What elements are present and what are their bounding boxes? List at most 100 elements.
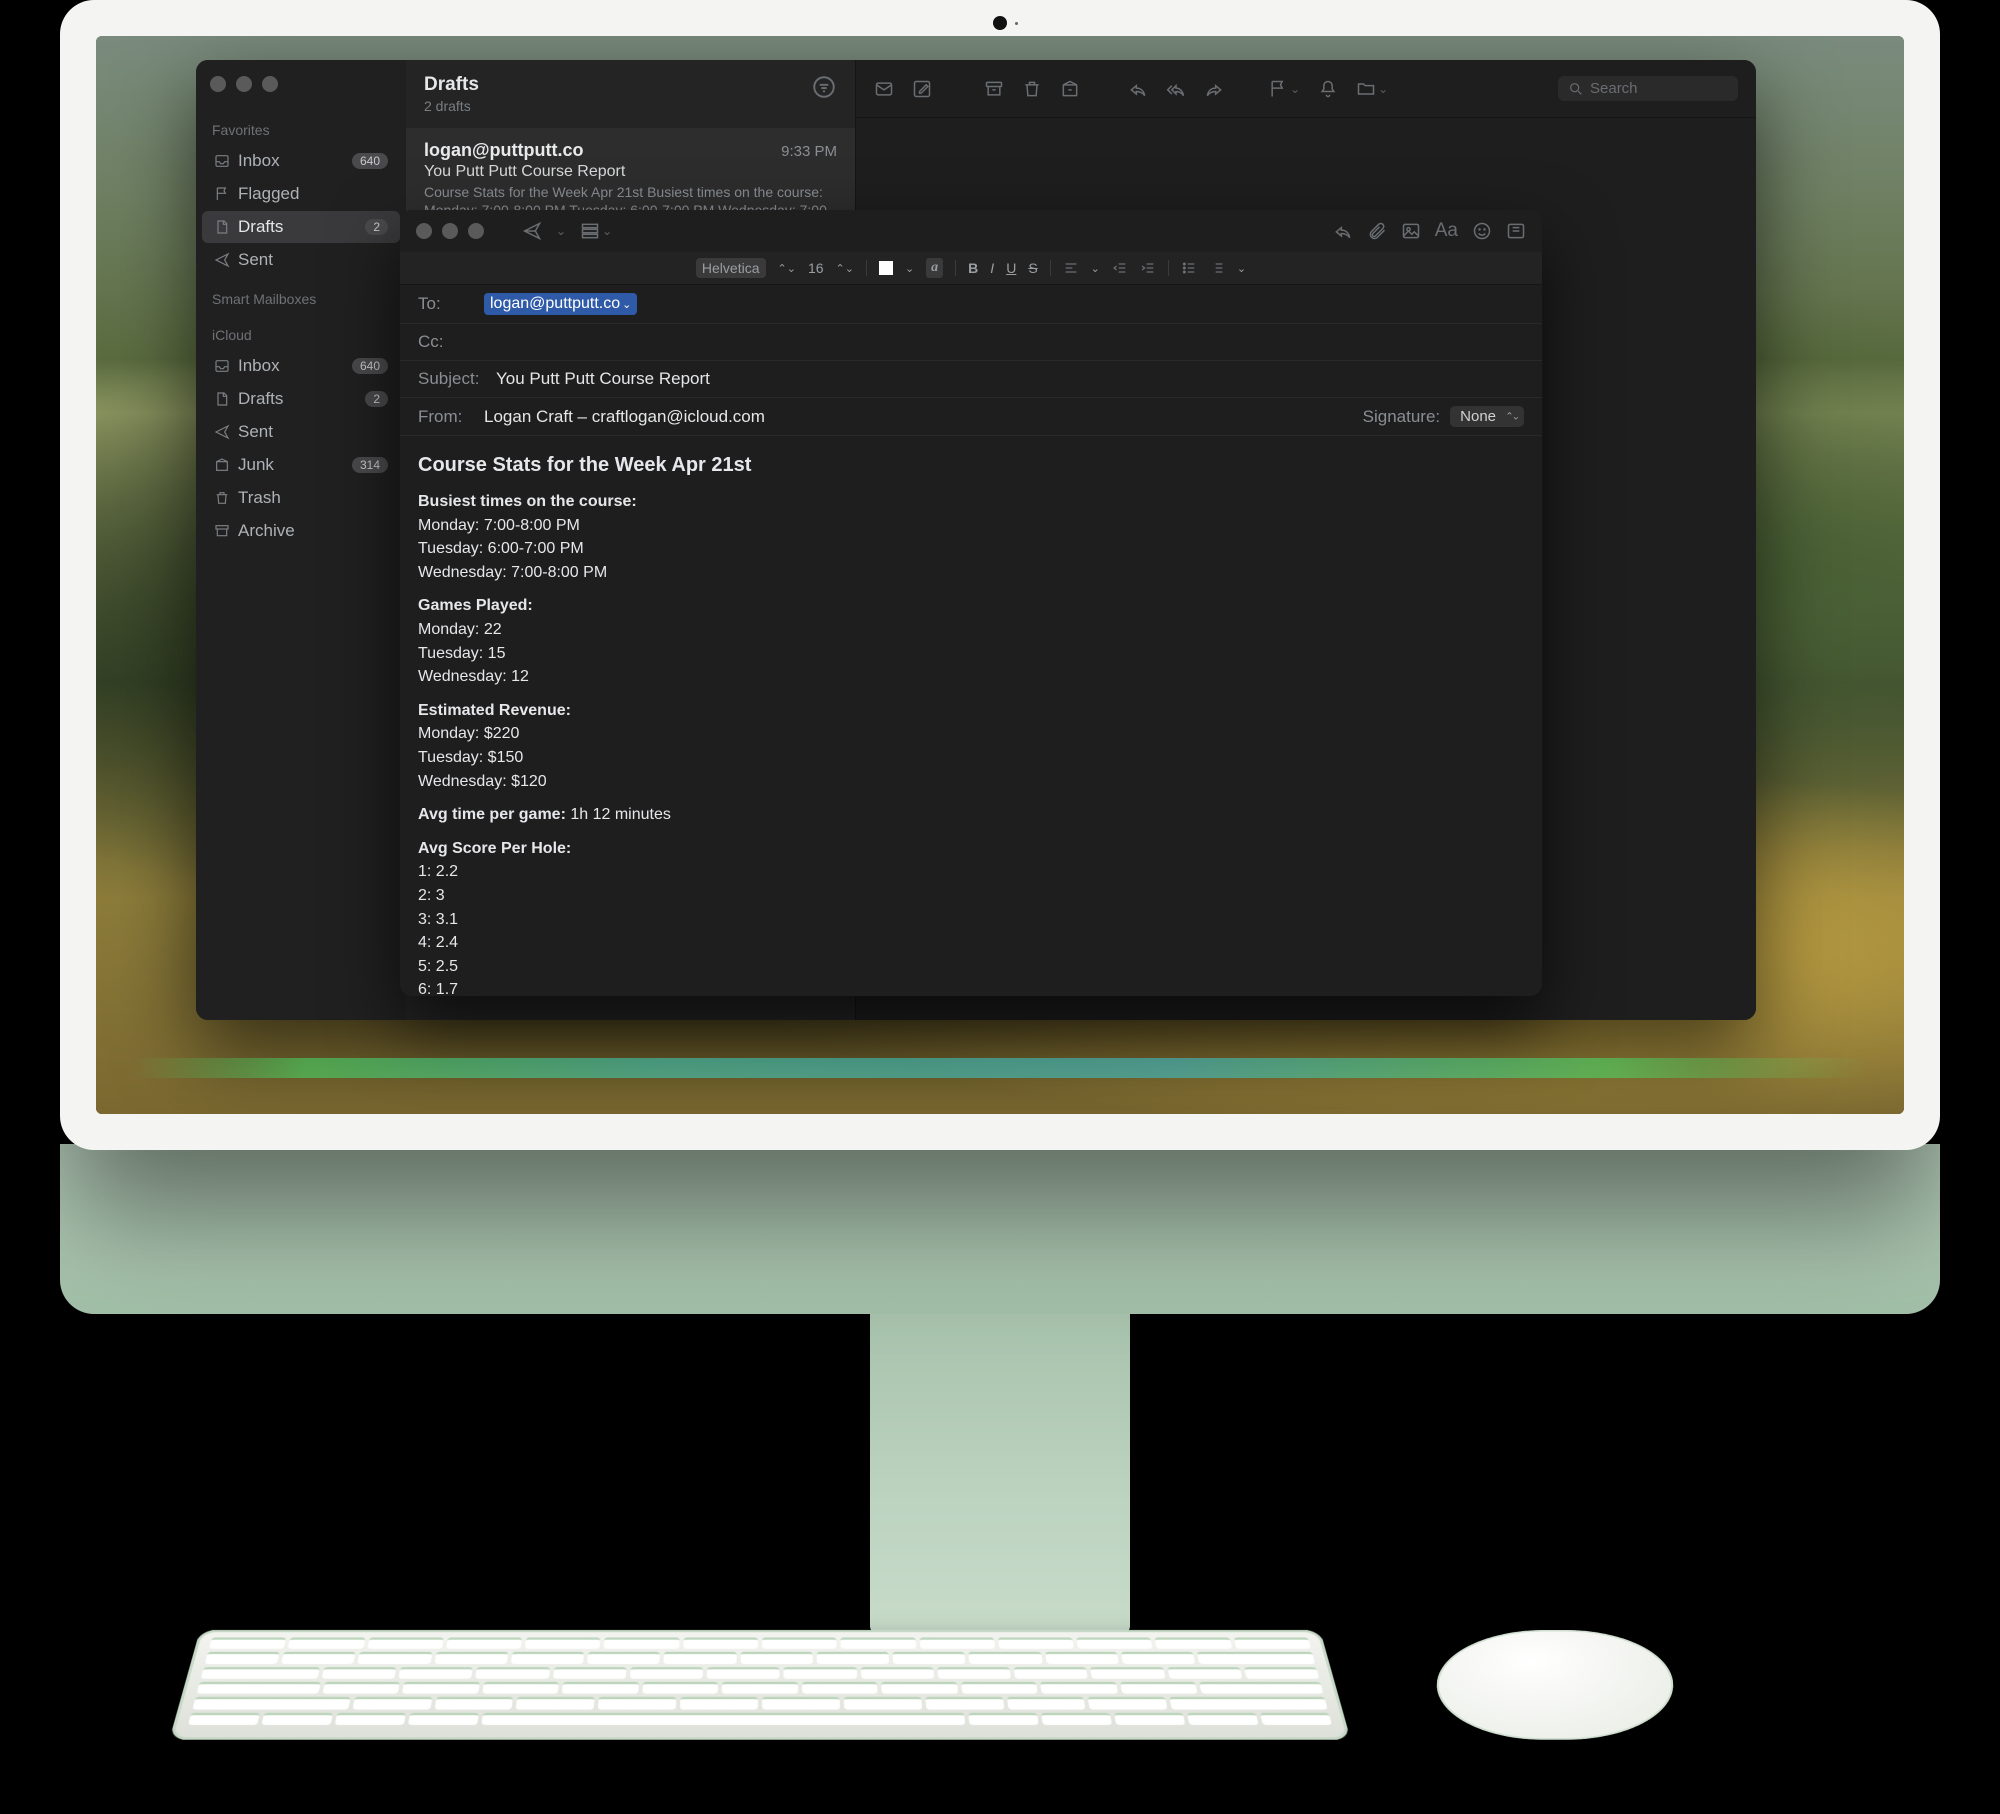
compose-toolbar: ⌄ ⌄ Aa bbox=[400, 210, 1542, 252]
body-line: Wednesday: 7:00-8:00 PM bbox=[418, 562, 1524, 584]
number-list-icon[interactable] bbox=[1209, 260, 1225, 276]
mouse bbox=[1434, 1630, 1677, 1740]
header-fields-icon[interactable]: ⌄ bbox=[580, 221, 612, 241]
format-bar[interactable]: Helvetica ⌃⌄ 16 ⌃⌄ ⌄ a B I U S ⌄ bbox=[400, 252, 1542, 285]
sidebar-item-archive[interactable]: Archive bbox=[202, 515, 400, 547]
compose-window: ⌄ ⌄ Aa Helvetica ⌃⌄ 16 ⌃⌄ bbox=[400, 210, 1542, 996]
trash-icon[interactable] bbox=[1022, 79, 1042, 99]
close-icon[interactable] bbox=[416, 223, 432, 239]
close-icon[interactable] bbox=[210, 76, 226, 92]
badge: 2 bbox=[365, 391, 388, 407]
subject-field[interactable]: Subject: You Putt Putt Course Report bbox=[400, 361, 1542, 398]
reply-indicator-icon[interactable] bbox=[1333, 221, 1353, 241]
body-line: 6: 1.7 bbox=[418, 979, 1524, 996]
sidebar-item-drafts[interactable]: Drafts2 bbox=[202, 211, 400, 243]
sidebar-item-sent[interactable]: Sent bbox=[202, 244, 400, 276]
sidebar-item-inbox[interactable]: Inbox640 bbox=[202, 145, 400, 177]
mail-sidebar: Favorites Inbox640FlaggedDrafts2Sent Sma… bbox=[196, 60, 406, 1020]
desktop-screen: Favorites Inbox640FlaggedDrafts2Sent Sma… bbox=[96, 36, 1904, 1114]
body-line: 3: 3.1 bbox=[418, 909, 1524, 931]
message-from: logan@puttputt.co bbox=[424, 140, 584, 161]
to-field[interactable]: To: logan@puttputt.co⌄ bbox=[400, 285, 1542, 324]
keyboard bbox=[169, 1630, 1350, 1740]
sidebar-item-junk[interactable]: Junk314 bbox=[202, 449, 400, 481]
body-line: 2: 3 bbox=[418, 885, 1524, 907]
body-title: Course Stats for the Week Apr 21st bbox=[418, 452, 1524, 479]
sidebar-section-favorites: Favorites bbox=[196, 108, 406, 144]
link-preview-icon[interactable] bbox=[1506, 221, 1526, 241]
imac-device: Favorites Inbox640FlaggedDrafts2Sent Sma… bbox=[60, 0, 1940, 1666]
minimize-icon[interactable] bbox=[442, 223, 458, 239]
move-icon[interactable]: ⌄ bbox=[1356, 79, 1388, 99]
body-line: Tuesday: 6:00-7:00 PM bbox=[418, 538, 1524, 560]
search-icon bbox=[1568, 81, 1584, 97]
reply-all-icon[interactable] bbox=[1166, 79, 1186, 99]
list-title: Drafts bbox=[424, 74, 479, 96]
sidebar-item-inbox[interactable]: Inbox640 bbox=[202, 350, 400, 382]
align-icon[interactable] bbox=[1063, 260, 1079, 276]
underline-icon[interactable]: U bbox=[1006, 260, 1016, 276]
recipient-pill[interactable]: logan@puttputt.co⌄ bbox=[484, 293, 637, 315]
photo-icon[interactable] bbox=[1401, 221, 1421, 241]
reply-icon[interactable] bbox=[1128, 79, 1148, 99]
body-line: Monday: $220 bbox=[418, 723, 1524, 745]
mute-icon[interactable] bbox=[1318, 79, 1338, 99]
from-field[interactable]: From: Logan Craft – craftlogan@icloud.co… bbox=[400, 398, 1542, 436]
font-select[interactable]: Helvetica bbox=[696, 258, 766, 278]
strike-icon[interactable]: S bbox=[1028, 260, 1037, 276]
indent-icon[interactable] bbox=[1140, 260, 1156, 276]
sidebar-item-sent[interactable]: Sent bbox=[202, 416, 400, 448]
flag-icon[interactable]: ⌄ bbox=[1268, 79, 1300, 99]
body-line: Wednesday: 12 bbox=[418, 666, 1524, 688]
message-time: 9:33 PM bbox=[781, 143, 837, 160]
body-line: Monday: 22 bbox=[418, 619, 1524, 641]
imac-chin bbox=[60, 1144, 1940, 1314]
cc-field[interactable]: Cc: bbox=[400, 324, 1542, 361]
format-icon[interactable]: Aa bbox=[1435, 220, 1458, 242]
search-input[interactable]: Search bbox=[1558, 76, 1738, 101]
camera-icon bbox=[993, 16, 1007, 30]
send-icon[interactable] bbox=[522, 221, 542, 241]
emoji-icon[interactable] bbox=[1472, 221, 1492, 241]
body-line: Monday: 7:00-8:00 PM bbox=[418, 515, 1524, 537]
sidebar-item-drafts[interactable]: Drafts2 bbox=[202, 383, 400, 415]
imac-stand bbox=[870, 1314, 1130, 1634]
envelope-icon[interactable] bbox=[874, 79, 894, 99]
archive-icon[interactable] bbox=[984, 79, 1004, 99]
sidebar-section-icloud: iCloud bbox=[196, 313, 406, 349]
body-line: Tuesday: $150 bbox=[418, 747, 1524, 769]
attach-icon[interactable] bbox=[1367, 221, 1387, 241]
body-line: 4: 2.4 bbox=[418, 932, 1524, 954]
send-later-icon[interactable]: ⌄ bbox=[556, 224, 566, 238]
body-line: Tuesday: 15 bbox=[418, 643, 1524, 665]
signature-select[interactable]: None bbox=[1450, 406, 1524, 427]
zoom-icon[interactable] bbox=[468, 223, 484, 239]
minimize-icon[interactable] bbox=[236, 76, 252, 92]
compose-traffic-lights[interactable] bbox=[416, 223, 484, 239]
outdent-icon[interactable] bbox=[1112, 260, 1128, 276]
imac-bezel: Favorites Inbox640FlaggedDrafts2Sent Sma… bbox=[60, 0, 1940, 1150]
compose-body[interactable]: Course Stats for the Week Apr 21st Busie… bbox=[400, 436, 1542, 996]
window-traffic-lights[interactable] bbox=[196, 60, 406, 108]
list-subtitle: 2 drafts bbox=[424, 98, 479, 114]
color-swatch[interactable] bbox=[879, 261, 893, 275]
badge: 314 bbox=[352, 457, 388, 473]
body-line: 5: 2.5 bbox=[418, 956, 1524, 978]
zoom-icon[interactable] bbox=[262, 76, 278, 92]
text-style-icon[interactable]: a bbox=[926, 258, 943, 278]
italic-icon[interactable]: I bbox=[990, 260, 994, 276]
badge: 2 bbox=[365, 219, 388, 235]
body-line: 1: 2.2 bbox=[418, 861, 1524, 883]
filter-icon[interactable] bbox=[811, 74, 837, 107]
junk-icon[interactable] bbox=[1060, 79, 1080, 99]
forward-icon[interactable] bbox=[1204, 79, 1224, 99]
message-subject: You Putt Putt Course Report bbox=[424, 163, 837, 181]
sidebar-item-flagged[interactable]: Flagged bbox=[202, 178, 400, 210]
font-size-select[interactable]: 16 bbox=[808, 260, 824, 276]
body-line: Wednesday: $120 bbox=[418, 771, 1524, 793]
bullet-list-icon[interactable] bbox=[1181, 260, 1197, 276]
sidebar-item-trash[interactable]: Trash bbox=[202, 482, 400, 514]
compose-icon[interactable] bbox=[912, 79, 932, 99]
dock-glow bbox=[132, 1058, 1868, 1078]
bold-icon[interactable]: B bbox=[968, 260, 978, 276]
